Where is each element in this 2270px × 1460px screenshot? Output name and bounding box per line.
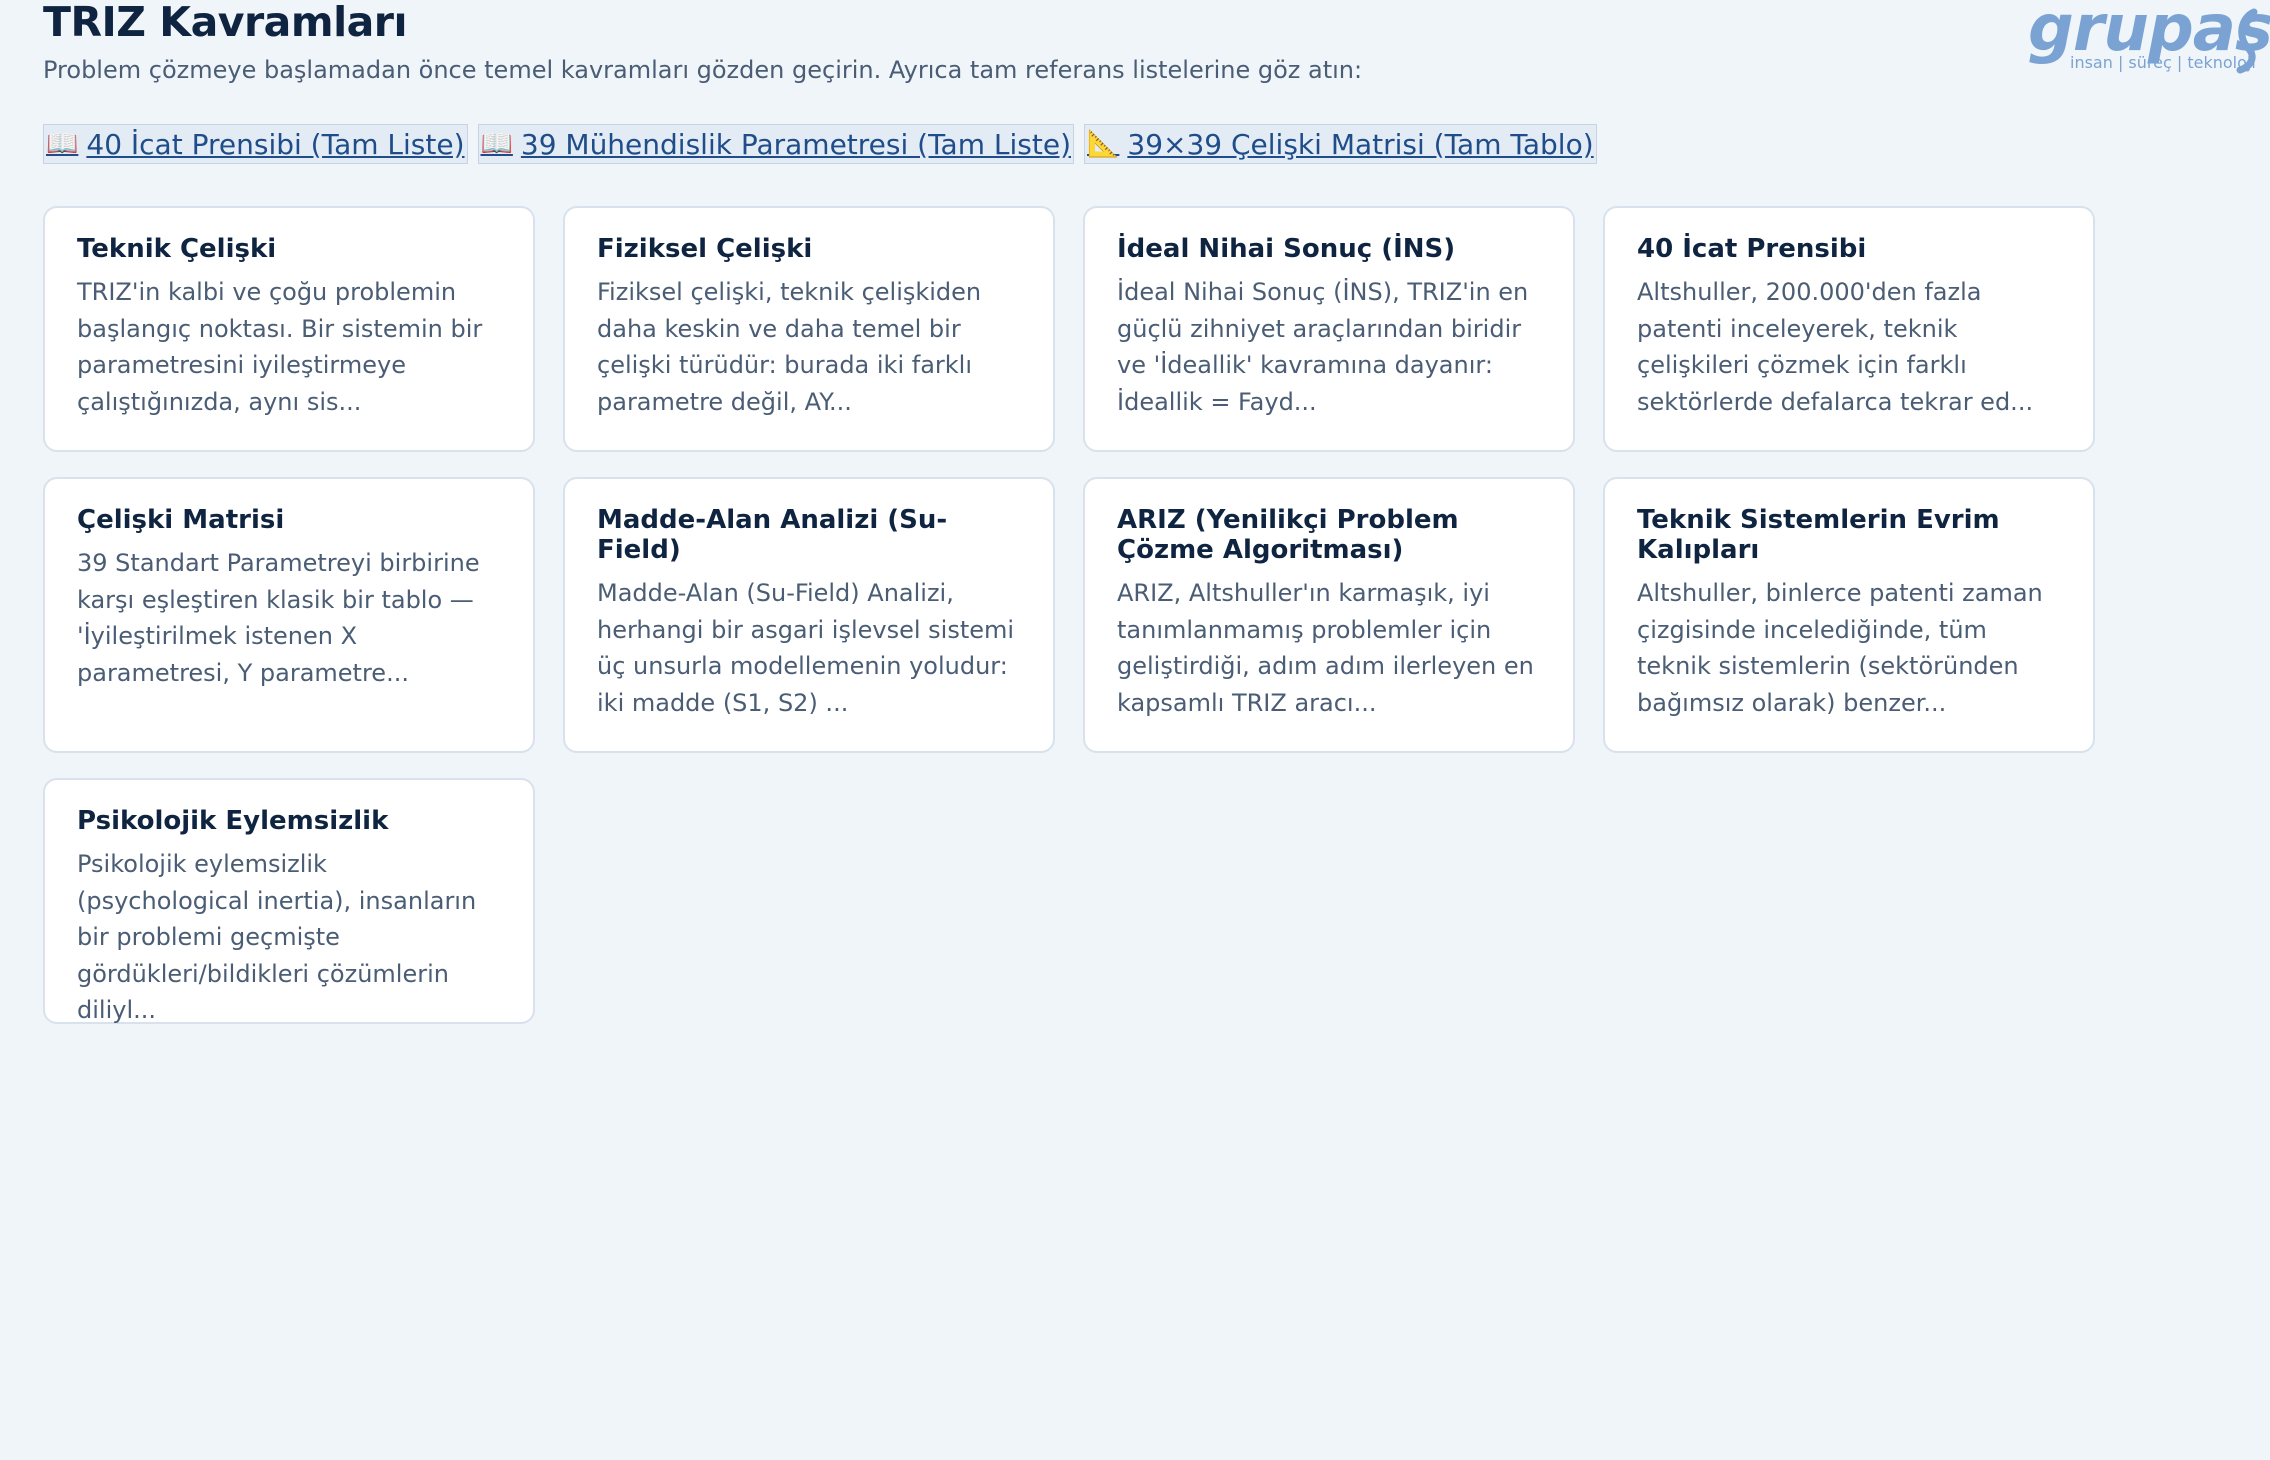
concept-card-ariz[interactable]: ARIZ (Yenilikçi Problem Çözme Algoritmas… <box>1083 477 1575 753</box>
concept-card-su-field[interactable]: Madde-Alan Analizi (Su-Field) Madde-Alan… <box>563 477 1055 753</box>
link-label: 39×39 Çelişki Matrisi (Tam Tablo) <box>1127 127 1594 161</box>
link-label: 40 İcat Prensibi (Tam Liste) <box>86 127 465 161</box>
logo-tagline: insan | süreç | teknoloji <box>2070 53 2256 72</box>
concept-card-evolution-patterns[interactable]: Teknik Sistemlerin Evrim Kalıpları Altsh… <box>1603 477 2095 753</box>
card-title: ARIZ (Yenilikçi Problem Çözme Algoritmas… <box>1117 505 1459 565</box>
card-excerpt: Fiziksel çelişki, teknik çelişkiden daha… <box>597 278 982 416</box>
card-excerpt: Altshuller, binlerce patenti zaman çizgi… <box>1637 579 2043 717</box>
book-icon: 📖 <box>480 129 513 159</box>
card-excerpt: Madde-Alan (Su-Field) Analizi, herhangi … <box>597 579 1015 717</box>
concept-card-technical-contradiction[interactable]: Teknik Çelişki TRIZ'in kalbi ve çoğu pro… <box>43 206 535 452</box>
concept-card-psychological-inertia[interactable]: Psikolojik Eylemsizlik Psikolojik eylems… <box>43 778 535 1024</box>
card-excerpt: Altshuller, 200.000'den fazla patenti in… <box>1637 278 2034 416</box>
card-excerpt: İdeal Nihai Sonuç (İNS), TRIZ'in en güçl… <box>1117 278 1529 416</box>
reference-links: 📖 40 İcat Prensibi (Tam Liste) 📖 39 Mühe… <box>43 124 1597 164</box>
card-excerpt: ARIZ, Altshuller'ın karmaşık, iyi tanıml… <box>1117 579 1534 717</box>
card-excerpt: 39 Standart Parametreyi birbirine karşı … <box>77 549 480 687</box>
card-title: Psikolojik Eylemsizlik <box>77 806 389 836</box>
card-excerpt: TRIZ'in kalbi ve çoğu problemin başlangı… <box>77 278 483 416</box>
page-subtitle: Problem çözmeye başlamadan önce temel ka… <box>43 56 1363 84</box>
concept-card-contradiction-matrix[interactable]: Çelişki Matrisi 39 Standart Parametreyi … <box>43 477 535 753</box>
link-40-inventive-principles[interactable]: 📖 40 İcat Prensibi (Tam Liste) <box>43 124 468 164</box>
card-excerpt: Psikolojik eylemsizlik (psychological in… <box>77 850 477 1024</box>
card-title: Teknik Çelişki <box>77 234 277 264</box>
card-title: İdeal Nihai Sonuç (İNS) <box>1117 234 1456 264</box>
concept-card-ideal-final-result[interactable]: İdeal Nihai Sonuç (İNS) İdeal Nihai Sonu… <box>1083 206 1575 452</box>
concept-card-physical-contradiction[interactable]: Fiziksel Çelişki Fiziksel çelişki, tekni… <box>563 206 1055 452</box>
page-title: TRIZ Kavramları <box>43 0 408 46</box>
link-39-engineering-parameters[interactable]: 📖 39 Mühendislik Parametresi (Tam Liste) <box>477 124 1074 164</box>
concept-card-40-principles[interactable]: 40 İcat Prensibi Altshuller, 200.000'den… <box>1603 206 2095 452</box>
triangle-ruler-icon: 📐 <box>1087 129 1120 159</box>
logo-swirl-icon <box>2236 8 2258 74</box>
link-contradiction-matrix[interactable]: 📐 39×39 Çelişki Matrisi (Tam Tablo) <box>1084 124 1597 164</box>
link-label: 39 Mühendislik Parametresi (Tam Liste) <box>520 127 1071 161</box>
card-title: 40 İcat Prensibi <box>1637 234 1867 264</box>
card-title: Fiziksel Çelişki <box>597 234 813 264</box>
card-title: Teknik Sistemlerin Evrim Kalıpları <box>1637 505 2000 565</box>
card-title: Çelişki Matrisi <box>77 505 285 535</box>
book-icon: 📖 <box>46 129 79 159</box>
card-title: Madde-Alan Analizi (Su-Field) <box>597 505 948 565</box>
page: TRIZ Kavramları Problem çözmeye başlamad… <box>0 0 2270 1460</box>
